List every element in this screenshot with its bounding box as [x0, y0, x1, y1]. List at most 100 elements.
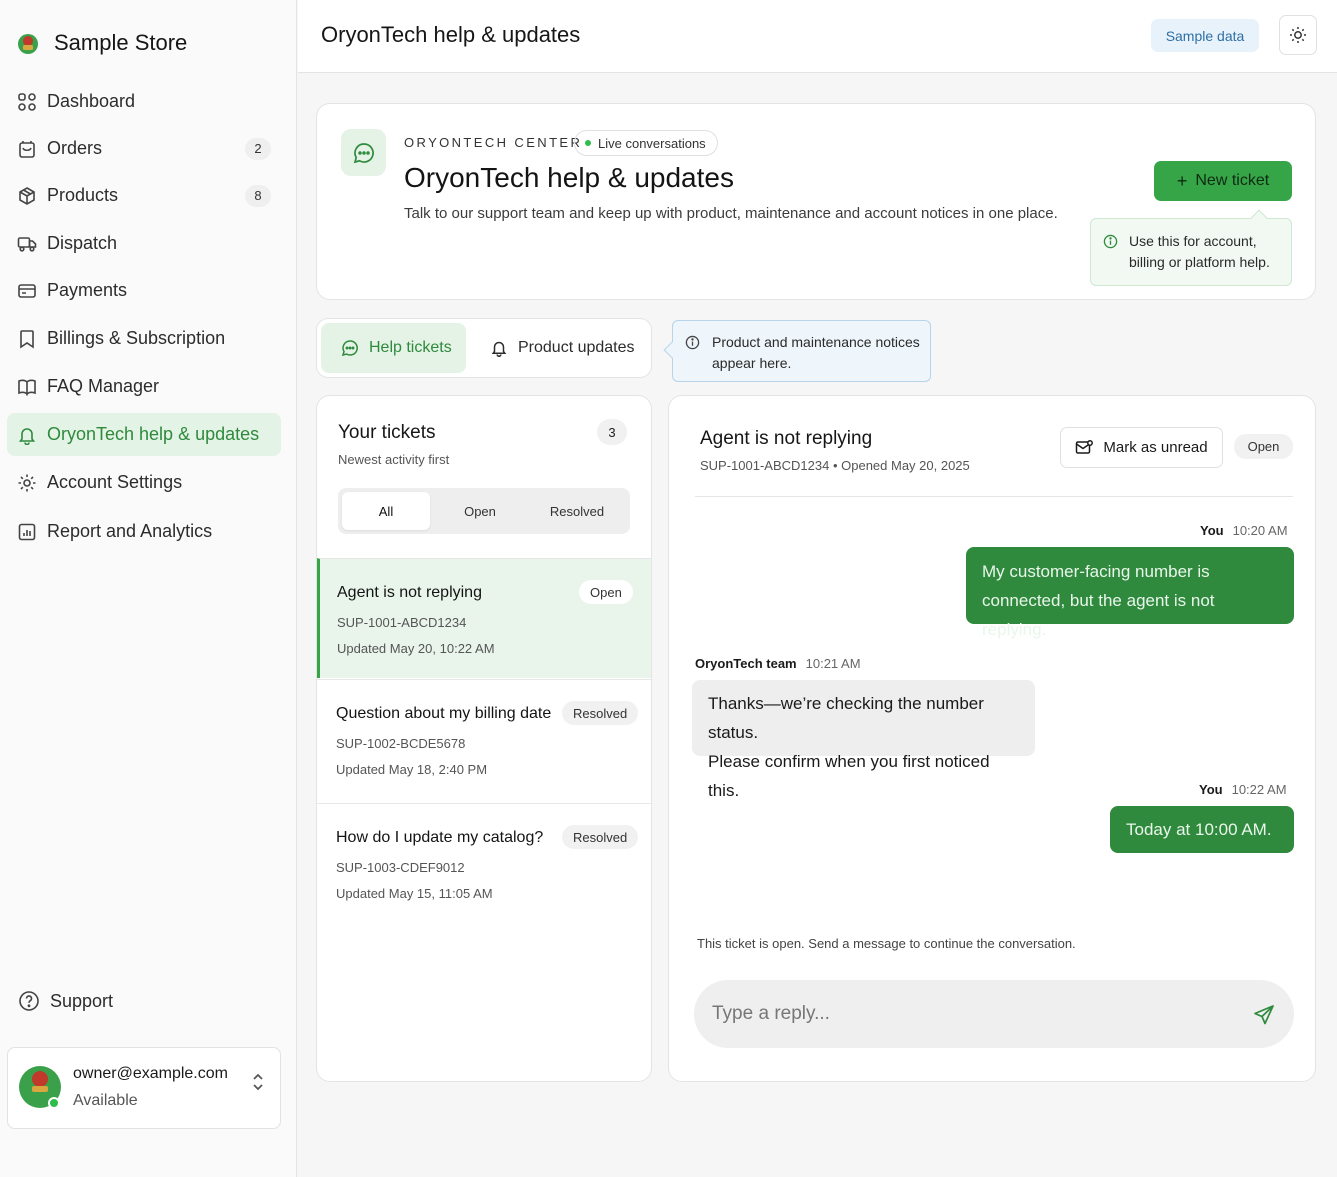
sidebar-item-label: Report and Analytics: [47, 521, 213, 541]
chat-bubble-icon: [341, 129, 386, 176]
sidebar-item-help-updates[interactable]: OryonTech help & updates: [7, 413, 281, 456]
chat-bubble-icon: [341, 340, 358, 357]
products-icon: [19, 186, 35, 205]
support-label: Support: [50, 990, 114, 1011]
info-icon: [1103, 234, 1118, 249]
sidebar-item-label: Dashboard: [47, 91, 136, 111]
new-ticket-hint: Use this for account, billing or platfor…: [1090, 209, 1292, 286]
products-count-badge: 8: [245, 184, 271, 207]
hint-line-2: billing or platform help.: [1129, 254, 1270, 270]
live-label: Live conversations: [598, 135, 706, 151]
book-icon: [18, 379, 36, 396]
sidebar-item-dashboard[interactable]: Dashboard: [7, 80, 281, 123]
conversation-note: This ticket is open. Send a message to c…: [697, 936, 1076, 951]
report-icon: [18, 523, 36, 540]
sidebar-item-orders[interactable]: Orders 2: [7, 127, 281, 170]
message-bubble-incoming: Thanks—we’re checking the number status.…: [692, 680, 1035, 800]
ticket-id: SUP-1002-BCDE5678: [336, 736, 466, 751]
brand[interactable]: Sample Store: [16, 30, 187, 56]
dashboard-icon: [18, 92, 36, 111]
message-bubble-outgoing: My customer-facing number is connected, …: [966, 547, 1294, 639]
ticket-updated: Updated May 15, 11:05 AM: [336, 886, 493, 901]
sample-data-button[interactable]: Sample data: [1151, 19, 1259, 52]
user-status: Available: [73, 1092, 138, 1109]
hero-title: OryonTech help & updates: [404, 162, 734, 193]
sidebar-item-faq[interactable]: FAQ Manager: [7, 365, 281, 408]
filter-open[interactable]: Open: [434, 492, 526, 530]
sidebar-item-label: FAQ Manager: [47, 376, 160, 396]
store-logo-icon: [18, 34, 38, 54]
message-header: You 10:20 AM: [1200, 523, 1288, 538]
divider: [695, 496, 1293, 497]
help-circle-icon: [19, 991, 39, 1011]
sidebar-item-billings[interactable]: Billings & Subscription: [7, 317, 281, 360]
filter-resolved[interactable]: Resolved: [528, 492, 626, 530]
tab-label: Product updates: [518, 339, 635, 356]
message-header: You 10:22 AM: [1199, 782, 1287, 797]
ticket-title: Agent is not replying: [337, 584, 482, 601]
ticket-status-badge: Resolved: [562, 701, 639, 725]
user-account-switcher[interactable]: owner@example.com Available: [7, 1047, 281, 1129]
ticket-status-badge: Open: [579, 580, 633, 604]
message-time: 10:20 AM: [1232, 523, 1288, 538]
ticket-id: SUP-1003-CDEF9012: [336, 860, 465, 875]
tab-help-tickets[interactable]: Help tickets: [321, 323, 466, 373]
message-author: You: [1199, 782, 1223, 797]
page-title: OryonTech help & updates: [321, 22, 581, 47]
orders-icon: [19, 140, 35, 158]
sidebar-item-label: Dispatch: [47, 233, 118, 253]
plus-icon: +: [1176, 170, 1188, 191]
sidebar-item-products[interactable]: Products 8: [7, 174, 281, 217]
ticket-updated: Updated May 18, 2:40 PM: [336, 762, 488, 777]
message-header: OryonTech team 10:21 AM: [695, 656, 861, 671]
gear-icon: [18, 474, 36, 491]
sidebar-item-reports[interactable]: Report and Analytics: [7, 510, 281, 553]
ticket-list-title: Your tickets: [338, 422, 436, 443]
ticket-title: How do I update my catalog?: [336, 829, 544, 846]
message-time: 10:21 AM: [805, 656, 861, 671]
sun-icon: [1290, 27, 1306, 43]
ticket-id: SUP-1001-ABCD1234: [337, 615, 467, 630]
chevron-up-down-icon[interactable]: [250, 1070, 266, 1094]
sidebar-item-dispatch[interactable]: Dispatch: [7, 222, 281, 265]
sidebar-item-account-settings[interactable]: Account Settings: [7, 461, 281, 504]
mail-icon: [1076, 439, 1094, 454]
message-line: connected, but the agent is not replying…: [982, 591, 1215, 639]
ticket-updated: Updated May 20, 10:22 AM: [337, 641, 495, 656]
notice-line-1: Product and maintenance notices: [712, 334, 920, 350]
help-tabs: Help tickets Product updates: [316, 318, 652, 378]
support-link[interactable]: Support: [18, 990, 113, 1012]
message-author: OryonTech team: [695, 656, 797, 671]
truck-icon: [17, 236, 37, 252]
ticket-row[interactable]: How do I update my catalog? Resolved SUP…: [317, 803, 651, 927]
message-line: Thanks—we’re checking the number status.: [708, 694, 984, 742]
ticket-list-panel: Your tickets Newest activity first 3 All…: [316, 395, 652, 1082]
sidebar-item-label: Account Settings: [47, 472, 183, 492]
sidebar-item-label: Products: [47, 185, 119, 205]
product-updates-notice: Product and maintenance notices appear h…: [663, 320, 931, 382]
reply-composer: [694, 980, 1294, 1048]
theme-toggle-button[interactable]: [1279, 15, 1317, 55]
tab-product-updates[interactable]: Product updates: [470, 323, 650, 373]
ticket-filter: All Open Resolved: [338, 488, 630, 534]
conversation-title: Agent is not replying: [700, 428, 873, 449]
live-conversations-badge: Live conversations: [574, 130, 718, 156]
payments-icon: [18, 283, 36, 298]
online-status-dot: [48, 1097, 60, 1109]
top-bar: OryonTech help & updates Sample data: [298, 0, 1337, 73]
sidebar-item-payments[interactable]: Payments: [7, 269, 281, 312]
message-line: Today at 10:00 AM.: [1126, 820, 1272, 839]
new-ticket-button[interactable]: + New ticket: [1154, 161, 1292, 201]
ticket-row[interactable]: Agent is not replying Open SUP-1001-ABCD…: [317, 558, 651, 678]
message-bubble-outgoing: Today at 10:00 AM.: [1110, 806, 1294, 853]
ticket-row[interactable]: Question about my billing date Resolved …: [317, 679, 651, 803]
user-email: owner@example.com: [73, 1065, 228, 1082]
send-icon[interactable]: [1252, 1003, 1276, 1027]
mark-as-unread-button[interactable]: Mark as unread: [1060, 427, 1223, 468]
reply-input[interactable]: [712, 980, 1232, 1048]
sidebar-item-label: OryonTech help & updates: [47, 424, 260, 444]
message-author: You: [1200, 523, 1224, 538]
tab-label: Help tickets: [369, 339, 452, 356]
filter-all[interactable]: All: [342, 492, 430, 530]
conversation-meta: SUP-1001-ABCD1234 • Opened May 20, 2025: [700, 458, 970, 473]
